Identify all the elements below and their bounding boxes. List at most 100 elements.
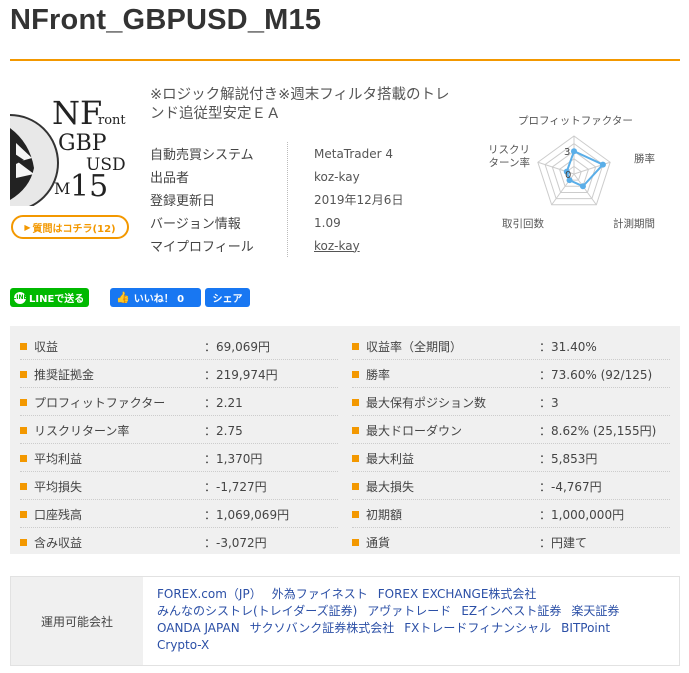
radar-label-period: 計測期間 (613, 218, 655, 230)
stat-label: 収益率（全期間） (366, 339, 463, 354)
svg-text:GBP: GBP (58, 131, 107, 156)
stat-label: 最大損失 (366, 479, 415, 494)
info-value: 1.09 (314, 215, 341, 230)
info-divider (287, 142, 288, 257)
stat-label: リスクリターン率 (34, 423, 130, 438)
stat-value: ：円建て (539, 535, 588, 550)
info-row-seller: 出品者 koz-kay (150, 165, 410, 188)
bullet-square-icon (20, 370, 27, 378)
broker-link[interactable]: FOREX EXCHANGE株式会社 (378, 586, 537, 603)
radar-data-point (579, 183, 586, 190)
stats-table: 収益 ：69,069円 推奨証拠金 ：219,974円 プロフィットファクター ：2.21… (10, 326, 680, 554)
bullet-square-icon (20, 482, 27, 490)
profile-link[interactable]: koz-kay (314, 239, 360, 253)
radar-label-winrate: 勝率 (634, 153, 655, 165)
radar-data-point (571, 148, 577, 155)
bullet-square-icon (352, 510, 359, 518)
stat-label: プロフィットファクター (34, 395, 166, 410)
broker-link[interactable]: OANDA JAPAN (157, 620, 240, 637)
info-key: バージョン情報 (150, 217, 241, 232)
stat-label: 口座残高 (34, 507, 83, 522)
stat-value: ：1,000,000円 (539, 507, 625, 522)
stat-value: ：5,853円 (539, 451, 598, 466)
stat-label: 平均損失 (34, 479, 83, 494)
stat-row: 勝率 ：73.60% (92/125) (352, 360, 652, 388)
question-button[interactable]: ▶ 質問はコチラ(12) (11, 215, 129, 239)
stat-label: 最大ドローダウン (366, 423, 463, 438)
stat-row: 最大保有ポジション数 ：3 (352, 388, 559, 416)
broker-link[interactable]: 楽天証券 (571, 603, 619, 620)
question-button-label: 質問はコチラ(12) (32, 223, 116, 235)
radar-label-riskreturn: リスクリターン率 (488, 144, 530, 169)
bullet-square-icon (352, 342, 359, 350)
bullet-square-icon (352, 398, 359, 406)
product-tagline: ※ロジック解説付き※週末フィルタ搭載のトレンド追従型安定ＥＡ (150, 87, 450, 122)
facebook-share-button[interactable]: シェア (205, 288, 250, 307)
facebook-like-button[interactable]: 👍 いいね！ 0 (110, 288, 201, 307)
stat-row: リスクリターン率 ：2.75 (20, 416, 243, 444)
broker-link[interactable]: アヴァトレード (367, 603, 451, 620)
broker-link[interactable]: サクソバンク証券株式会社 (250, 620, 395, 637)
stat-label: 最大利益 (366, 451, 415, 466)
stat-row: 初期額 ：1,000,000円 (352, 500, 624, 528)
radar-label-pf: プロフィットファクター (518, 115, 633, 127)
product-logo: NF ront GBP USD M 15 (10, 88, 128, 206)
stat-row: 口座残高 ：1,069,069円 (20, 500, 289, 528)
svg-text:15: 15 (70, 169, 108, 204)
bullet-square-icon (20, 454, 27, 462)
bullet-square-icon (20, 426, 27, 434)
info-row-updated: 登録更新日 2019年12月6日 (150, 188, 410, 211)
svg-text:M: M (54, 179, 70, 198)
stat-label: 通貨 (366, 535, 391, 550)
stat-value: ：1,370円 (204, 451, 263, 466)
radar-data-point (599, 161, 606, 168)
stat-label: 勝率 (366, 367, 391, 382)
radar-plot: 30 (537, 135, 611, 206)
broker-link[interactable]: BITPoint (561, 620, 610, 637)
stat-label: 平均利益 (34, 451, 83, 466)
info-row-system: 自動売買システム MetaTrader 4 (150, 142, 410, 165)
stat-row: 含み収益 ：-3,072円 (20, 528, 267, 556)
triangle-right-icon: ▶ (24, 222, 31, 232)
stat-label: 初期額 (366, 507, 403, 522)
stat-value: ：2.75 (204, 423, 243, 438)
info-key: マイプロフィール (150, 240, 254, 255)
stat-label: 最大保有ポジション数 (366, 395, 487, 410)
stat-value: ：-4,767円 (539, 479, 602, 494)
info-row-profile: マイプロフィール koz-kay (150, 234, 410, 257)
svg-text:NF: NF (52, 94, 102, 132)
info-value: koz-kay (314, 169, 360, 184)
bullet-square-icon (352, 538, 359, 546)
broker-link[interactable]: Crypto-X (157, 637, 209, 654)
stat-row: プロフィットファクター ：2.21 (20, 388, 243, 416)
broker-link[interactable]: EZインベスト証券 (461, 603, 561, 620)
radar-center-label: 0 (565, 170, 571, 181)
info-key: 自動売買システム (150, 148, 254, 163)
broker-section: 運用可能会社 FOREX.com（JP） 外為ファイネスト FOREX EXCHAN… (10, 576, 680, 666)
stat-value: ：3 (539, 395, 559, 410)
product-info-table: 自動売買システム MetaTrader 4 出品者 koz-kay 登録更新日 … (150, 142, 410, 257)
stat-value: ：-3,072円 (204, 535, 267, 550)
stat-row: 最大損失 ：-4,767円 (352, 472, 602, 500)
stat-value: ：31.40% (539, 339, 597, 354)
stat-row: 収益率（全期間） ：31.40% (352, 332, 597, 360)
broker-link[interactable]: みんなのシストレ(トレイダーズ証券) (157, 603, 357, 620)
like-label: いいね！ 0 (133, 294, 185, 305)
stat-label: 含み収益 (34, 535, 83, 550)
thumbs-up-icon: 👍 (116, 291, 130, 304)
broker-link[interactable]: FXトレードフィナンシャル (404, 620, 551, 637)
stat-value: ：2.21 (204, 395, 243, 410)
line-share-label: LINEで送る (29, 294, 85, 305)
broker-link[interactable]: FOREX.com（JP） (157, 586, 262, 603)
line-share-button[interactable]: LINE LINEで送る (10, 288, 89, 307)
radar-scale-label: 3 (564, 147, 570, 158)
stat-value: ：1,069,069円 (204, 507, 290, 522)
bullet-square-icon (352, 370, 359, 378)
title-divider (10, 59, 680, 61)
stat-value: ：219,974円 (204, 367, 278, 382)
broker-list: FOREX.com（JP） 外為ファイネスト FOREX EXCHANGE株式会社み… (157, 586, 657, 654)
stat-row: 推奨証拠金 ：219,974円 (20, 360, 278, 388)
broker-link[interactable]: 外為ファイネスト (272, 586, 368, 603)
stat-value: ：-1,727円 (204, 479, 267, 494)
stat-value: ：8.62% (25,155円) (539, 423, 657, 438)
